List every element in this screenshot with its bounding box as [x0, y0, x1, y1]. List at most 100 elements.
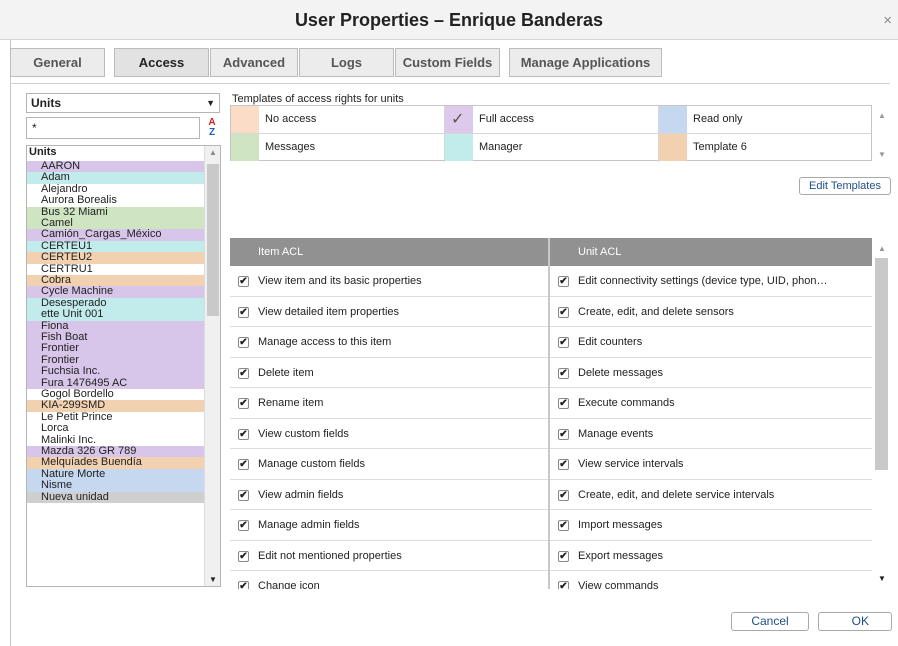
tab-advanced[interactable]: Advanced [210, 48, 298, 77]
unit-acl-row[interactable]: ✔ Create, edit, and delete sensors [550, 297, 872, 327]
item-acl-row[interactable]: ✔ View custom fields [230, 419, 548, 449]
unit-list-item[interactable]: Le Petit Prince [27, 411, 205, 424]
template-manager[interactable]: Manager [445, 134, 659, 162]
unit-list-item[interactable]: Camión_Cargas_México [27, 229, 205, 241]
unit-acl-row[interactable]: ✔ View commands [550, 571, 872, 589]
unit-acl-row[interactable]: ✔ Delete messages [550, 358, 872, 388]
unit-list-item[interactable]: Nature Morte [27, 468, 205, 481]
unit-list-item[interactable]: Alejandro [27, 183, 205, 196]
scroll-up-icon[interactable]: ▲ [209, 148, 217, 157]
scroll-up-icon[interactable]: ▲ [878, 111, 886, 120]
item-acl-row[interactable]: ✔ Delete item [230, 358, 548, 388]
unit-list-item[interactable]: Aurora Borealis [27, 195, 205, 207]
item-acl-row[interactable]: ✔ View admin fields [230, 480, 548, 510]
unit-list-item[interactable]: Melquíades Buendía [27, 457, 205, 469]
unit-list-item[interactable]: ette Unit 001 [27, 309, 205, 321]
unit-list-item[interactable]: CERTEU2 [27, 252, 205, 264]
template-messages[interactable]: Messages [231, 134, 445, 162]
unit-acl-row[interactable]: ✔ Create, edit, and delete service interv… [550, 480, 872, 510]
checkbox-icon[interactable]: ✔ [558, 337, 569, 348]
unit-filter-input[interactable]: * [26, 117, 200, 139]
unit-list-item[interactable]: Fish Boat [27, 332, 205, 344]
unit-list-item[interactable]: Cycle Machine [27, 286, 205, 298]
unit-list-item[interactable]: Bus 32 Miami [27, 206, 205, 218]
scrollbar-thumb[interactable] [207, 164, 219, 316]
item-acl-row[interactable]: ✔ Manage custom fields [230, 449, 548, 480]
unit-acl-row[interactable]: ✔ Import messages [550, 510, 872, 541]
checkbox-icon[interactable]: ✔ [238, 520, 249, 531]
unit-list-item[interactable]: Frontier [27, 354, 205, 367]
scroll-up-icon[interactable]: ▲ [878, 244, 886, 253]
template-full-access[interactable]: ✓ Full access [445, 106, 659, 134]
template-template-6[interactable]: Template 6 [659, 134, 871, 162]
unit-list-item[interactable]: Camel [27, 218, 205, 230]
unit-list-item[interactable]: Mazda 326 GR 789 [27, 446, 205, 458]
checkbox-icon[interactable]: ✔ [238, 489, 249, 501]
template-no-access[interactable]: No access [231, 106, 445, 134]
checkbox-icon[interactable]: ✔ [558, 550, 569, 562]
unit-acl-row[interactable]: ✔ Manage events [550, 419, 872, 449]
item-acl-row[interactable]: ✔ View item and its basic properties [230, 266, 548, 297]
unit-acl-row[interactable]: ✔ Edit connectivity settings (device type… [550, 266, 872, 297]
checkbox-icon[interactable]: ✔ [558, 489, 569, 501]
item-acl-row[interactable]: ✔ Manage admin fields [230, 510, 548, 541]
unit-acl-row[interactable]: ✔ Edit counters [550, 327, 872, 358]
checkbox-icon[interactable]: ✔ [558, 581, 569, 589]
unit-list-item[interactable]: Cobra [27, 275, 205, 287]
checkbox-icon[interactable]: ✔ [238, 459, 249, 470]
template-read-only[interactable]: Read only [659, 106, 871, 134]
checkbox-icon[interactable]: ✔ [558, 306, 569, 318]
acl-scrollbar[interactable]: ▲ ▼ [873, 238, 890, 589]
checkbox-icon[interactable]: ✔ [238, 367, 249, 379]
ok-button[interactable]: OK [818, 612, 892, 631]
unit-list-item[interactable]: Malinki Inc. [27, 434, 205, 446]
checkbox-icon[interactable]: ✔ [238, 306, 249, 318]
checkbox-icon[interactable]: ✔ [238, 337, 249, 348]
item-acl-row[interactable]: ✔ Manage access to this item [230, 327, 548, 358]
unit-list-item[interactable]: Adam [27, 172, 205, 184]
unit-type-dropdown[interactable]: Units ▼ [26, 93, 220, 113]
tab-manage-applications[interactable]: Manage Applications [509, 48, 662, 77]
unit-list-item[interactable]: Nisme [27, 480, 205, 492]
checkbox-icon[interactable]: ✔ [558, 520, 569, 531]
templates-scrollbar[interactable]: ▲ ▼ [873, 105, 890, 161]
unit-acl-row[interactable]: ✔ Execute commands [550, 388, 872, 419]
tab-logs[interactable]: Logs [299, 48, 394, 77]
unit-list-item[interactable]: Nueva unidad [27, 491, 205, 503]
unit-list-item[interactable]: Lorca [27, 423, 205, 435]
unit-list-item[interactable]: Desesperado [27, 297, 205, 310]
close-icon[interactable]: × [883, 12, 892, 29]
unit-list-item[interactable]: KIA-299SMD [27, 400, 205, 412]
unit-list-scrollbar[interactable]: ▲ ▼ [204, 146, 220, 586]
unit-list-item[interactable]: AARON [27, 161, 205, 173]
checkbox-icon[interactable]: ✔ [238, 276, 249, 287]
edit-templates-button[interactable]: Edit Templates [799, 177, 891, 195]
unit-list-item[interactable]: CERTEU1 [27, 240, 205, 253]
checkbox-icon[interactable]: ✔ [238, 398, 249, 409]
unit-list-item[interactable]: Fuchsia Inc. [27, 366, 205, 378]
unit-acl-row[interactable]: ✔ View service intervals [550, 449, 872, 480]
checkbox-icon[interactable]: ✔ [558, 367, 569, 379]
item-acl-row[interactable]: ✔ View detailed item properties [230, 297, 548, 327]
unit-list-item[interactable]: Gogol Bordello [27, 389, 205, 401]
unit-list-item[interactable]: Fura 1476495 AC [27, 377, 205, 389]
tab-access[interactable]: Access [114, 48, 209, 77]
checkbox-icon[interactable]: ✔ [558, 398, 569, 409]
checkbox-icon[interactable]: ✔ [558, 428, 569, 440]
unit-list-item[interactable]: Frontier [27, 343, 205, 355]
unit-list-item[interactable]: Fiona [27, 320, 205, 332]
scroll-down-icon[interactable]: ▼ [209, 575, 217, 584]
checkbox-icon[interactable]: ✔ [238, 428, 249, 440]
checkbox-icon[interactable]: ✔ [238, 550, 249, 562]
tab-general[interactable]: General [10, 48, 105, 77]
item-acl-row[interactable]: ✔ Edit not mentioned properties [230, 541, 548, 571]
item-acl-row[interactable]: ✔ Change icon [230, 571, 548, 589]
cancel-button[interactable]: Cancel [731, 612, 809, 631]
scroll-down-icon[interactable]: ▼ [878, 150, 886, 159]
tab-custom-fields[interactable]: Custom Fields [395, 48, 500, 77]
item-acl-row[interactable]: ✔ Rename item [230, 388, 548, 419]
sort-a-z-icon[interactable]: A Z [203, 117, 221, 139]
unit-acl-row[interactable]: ✔ Export messages [550, 541, 872, 571]
checkbox-icon[interactable]: ✔ [558, 276, 569, 287]
unit-list-item[interactable]: CERTRU1 [27, 263, 205, 275]
